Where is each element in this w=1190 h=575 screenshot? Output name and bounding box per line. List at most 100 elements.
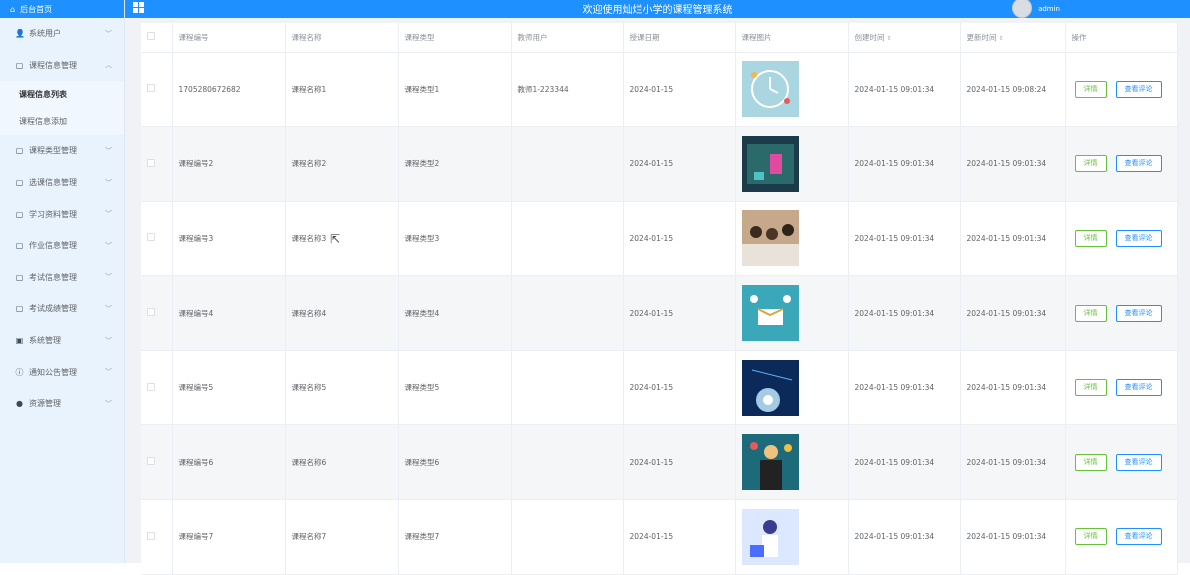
sort-icon[interactable]: ⇕ bbox=[887, 35, 892, 42]
sidebar-item-label: 通知公告管理 bbox=[29, 367, 77, 378]
sidebar-item-label: 资源管理 bbox=[29, 398, 61, 409]
sidebar-item-label: 选课信息管理 bbox=[29, 177, 77, 188]
row-checkbox[interactable] bbox=[147, 84, 155, 92]
course-code-cell: 课程编号3 bbox=[172, 201, 285, 276]
row-checkbox[interactable] bbox=[147, 457, 155, 465]
course-code-cell: 课程编号4 bbox=[172, 276, 285, 351]
mouse-cursor-icon: ⇱ bbox=[330, 232, 340, 246]
sidebar-item[interactable]: 👤 系统用户 ﹀ bbox=[0, 18, 124, 50]
folder-icon: ▢ bbox=[15, 210, 24, 219]
actions-cell: 详情查看评论 bbox=[1065, 127, 1177, 202]
system-icon: ▣ bbox=[15, 336, 24, 345]
chevron-down-icon: ﹀ bbox=[105, 272, 112, 282]
course-image[interactable] bbox=[742, 509, 848, 565]
row-checkbox[interactable] bbox=[147, 383, 155, 391]
sidebar-subitem[interactable]: 课程信息添加 bbox=[0, 108, 124, 135]
teacher-cell bbox=[511, 201, 623, 276]
detail-button[interactable]: 详情 bbox=[1075, 230, 1107, 247]
sidebar-item[interactable]: ▢ 课程信息管理 ︿ bbox=[0, 50, 124, 82]
detail-button[interactable]: 详情 bbox=[1075, 528, 1107, 545]
view-comments-button[interactable]: 查看评论 bbox=[1116, 528, 1162, 545]
column-header: 课程图片 bbox=[735, 23, 848, 52]
course-name-cell: 课程名称4 bbox=[285, 276, 398, 351]
actions-cell: 详情查看评论 bbox=[1065, 425, 1177, 500]
updated-time-cell: 2024-01-15 09:01:34 bbox=[960, 276, 1065, 351]
course-image[interactable] bbox=[742, 434, 848, 490]
course-image[interactable] bbox=[742, 136, 848, 192]
sidebar-item-label: 系统用户 bbox=[29, 28, 61, 39]
created-time-cell: 2024-01-15 09:01:34 bbox=[848, 52, 960, 127]
course-image[interactable] bbox=[742, 210, 848, 266]
course-image-cell bbox=[735, 425, 848, 500]
select-all-checkbox[interactable] bbox=[147, 32, 155, 40]
info-icon: ⓘ bbox=[15, 367, 24, 378]
folder-icon: ▢ bbox=[15, 146, 24, 155]
row-checkbox[interactable] bbox=[147, 308, 155, 316]
course-image-cell bbox=[735, 127, 848, 202]
sidebar-subitem[interactable]: 课程信息列表 bbox=[0, 81, 124, 108]
view-comments-button[interactable]: 查看评论 bbox=[1116, 230, 1162, 247]
chevron-down-icon: ﹀ bbox=[105, 178, 112, 188]
folder-icon: ▢ bbox=[15, 241, 24, 250]
chevron-down-icon: ﹀ bbox=[105, 336, 112, 346]
chevron-down-icon: ﹀ bbox=[105, 241, 112, 251]
sidebar-item[interactable]: ▢ 学习资料管理 ﹀ bbox=[0, 198, 124, 230]
view-comments-button[interactable]: 查看评论 bbox=[1116, 379, 1162, 396]
username: admin bbox=[1038, 5, 1060, 13]
sidebar-menu: 👤 系统用户 ﹀▢ 课程信息管理 ︿课程信息列表课程信息添加▢ 课程类型管理 ﹀… bbox=[0, 18, 124, 420]
sidebar-item[interactable]: ▢ 课程类型管理 ﹀ bbox=[0, 135, 124, 167]
detail-button[interactable]: 详情 bbox=[1075, 305, 1107, 322]
updated-time-cell: 2024-01-15 09:08:24 bbox=[960, 52, 1065, 127]
date-cell: 2024-01-15 bbox=[623, 350, 735, 425]
avatar[interactable] bbox=[1012, 0, 1032, 18]
row-checkbox[interactable] bbox=[147, 159, 155, 167]
created-time-cell: 2024-01-15 09:01:34 bbox=[848, 127, 960, 202]
folder-icon: ▢ bbox=[15, 304, 24, 313]
user-icon: 👤 bbox=[15, 29, 24, 38]
actions-cell: 详情查看评论 bbox=[1065, 201, 1177, 276]
sort-icon[interactable]: ⇕ bbox=[999, 35, 1004, 42]
location-icon: ● bbox=[15, 399, 24, 408]
row-select-cell bbox=[141, 201, 172, 276]
row-select-cell bbox=[141, 425, 172, 500]
folder-icon: ▢ bbox=[15, 178, 24, 187]
sidebar-item[interactable]: ⓘ 通知公告管理 ﹀ bbox=[0, 356, 124, 388]
row-checkbox[interactable] bbox=[147, 233, 155, 241]
detail-button[interactable]: 详情 bbox=[1075, 454, 1107, 471]
column-header-sortable[interactable]: 更新时间⇕ bbox=[960, 23, 1065, 52]
sidebar-item[interactable]: ▢ 考试信息管理 ﹀ bbox=[0, 262, 124, 294]
course-image[interactable] bbox=[742, 285, 848, 341]
column-header: 操作 bbox=[1065, 23, 1177, 52]
sidebar: ⌂ 后台首页 👤 系统用户 ﹀▢ 课程信息管理 ︿课程信息列表课程信息添加▢ 课… bbox=[0, 0, 125, 563]
course-image[interactable] bbox=[742, 61, 848, 117]
sidebar-item[interactable]: ▢ 考试成绩管理 ﹀ bbox=[0, 293, 124, 325]
sidebar-item[interactable]: ● 资源管理 ﹀ bbox=[0, 388, 124, 420]
user-menu[interactable]: admin bbox=[1012, 0, 1060, 18]
row-checkbox[interactable] bbox=[147, 532, 155, 540]
course-image-cell bbox=[735, 350, 848, 425]
sidebar-item[interactable]: ▢ 作业信息管理 ﹀ bbox=[0, 230, 124, 262]
view-comments-button[interactable]: 查看评论 bbox=[1116, 305, 1162, 322]
course-image[interactable] bbox=[742, 360, 848, 416]
top-header: 欢迎使用灿烂小学的课程管理系统 admin bbox=[125, 0, 1190, 18]
row-select-cell bbox=[141, 127, 172, 202]
updated-time-cell: 2024-01-15 09:01:34 bbox=[960, 201, 1065, 276]
course-code-cell: 1705280672682 bbox=[172, 52, 285, 127]
brand-label: 后台首页 bbox=[20, 4, 52, 15]
detail-button[interactable]: 详情 bbox=[1075, 81, 1107, 98]
table-row: 课程编号2 课程名称2 课程类型2 2024-01-15 2024-01-15 … bbox=[141, 127, 1177, 202]
sidebar-item[interactable]: ▢ 选课信息管理 ﹀ bbox=[0, 167, 124, 199]
course-name-cell: 课程名称2 bbox=[285, 127, 398, 202]
course-type-cell: 课程类型2 bbox=[398, 127, 511, 202]
view-comments-button[interactable]: 查看评论 bbox=[1116, 155, 1162, 172]
view-comments-button[interactable]: 查看评论 bbox=[1116, 454, 1162, 471]
table-header-row: 课程编号 课程名称 课程类型 教师用户 授课日期 课程图片 创建时间⇕ 更新时间… bbox=[141, 23, 1177, 52]
sidebar-home-link[interactable]: ⌂ 后台首页 bbox=[0, 0, 124, 18]
actions-cell: 详情查看评论 bbox=[1065, 276, 1177, 351]
detail-button[interactable]: 详情 bbox=[1075, 155, 1107, 172]
view-comments-button[interactable]: 查看评论 bbox=[1116, 81, 1162, 98]
row-select-cell bbox=[141, 350, 172, 425]
detail-button[interactable]: 详情 bbox=[1075, 379, 1107, 396]
sidebar-item[interactable]: ▣ 系统管理 ﹀ bbox=[0, 325, 124, 357]
column-header-sortable[interactable]: 创建时间⇕ bbox=[848, 23, 960, 52]
